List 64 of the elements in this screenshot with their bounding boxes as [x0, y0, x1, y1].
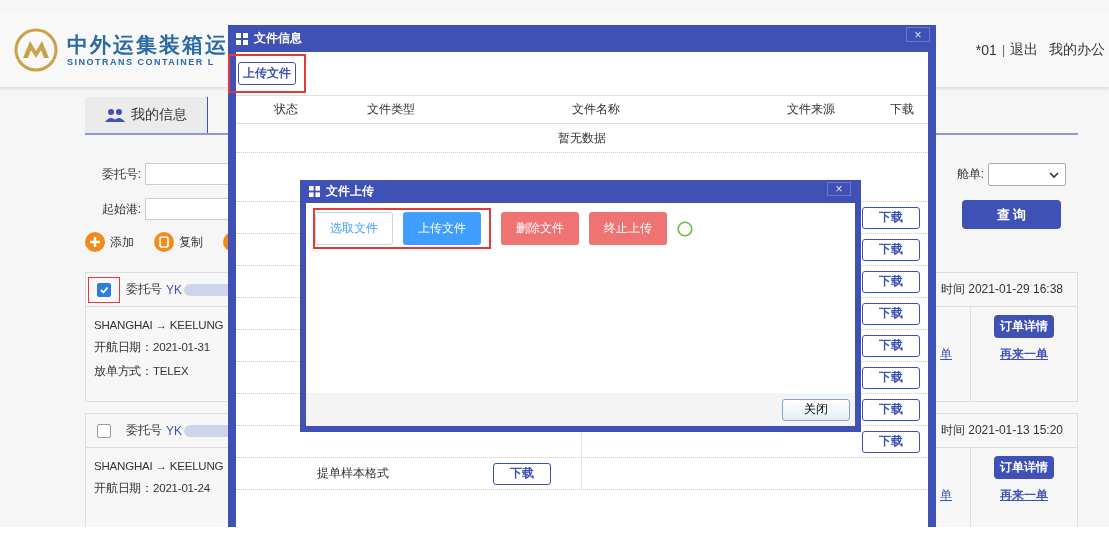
sail-date: 开航日期：2021-01-31	[94, 340, 210, 355]
order-time: 时间 2021-01-13 15:20	[940, 422, 1063, 439]
template-name: 提单样本格式	[317, 465, 389, 482]
close-dialog-button[interactable]: 关闭	[782, 398, 850, 421]
column-header: 文件来源	[786, 101, 836, 118]
tab[interactable]: 我的信息	[85, 97, 208, 133]
field-label: 舱单:	[956, 166, 984, 183]
download-button[interactable]: 下载	[862, 366, 920, 389]
logout-link[interactable]: 退出	[1010, 41, 1038, 59]
download-button[interactable]: 下载	[862, 302, 920, 325]
checkbox[interactable]	[97, 282, 111, 297]
company-subtitle: SINOTRANS CONTAINER L	[67, 57, 216, 67]
release-method: 放单方式：TELEX	[94, 364, 189, 379]
grid-icon	[236, 32, 248, 45]
order-time: 时间 2021-01-29 16:38	[940, 281, 1063, 298]
logo-icon	[14, 28, 58, 72]
column-header: 下载	[889, 101, 915, 118]
status-circle-icon	[677, 220, 693, 237]
order-link[interactable]: 单	[940, 486, 952, 504]
action-link[interactable]: 复制	[179, 233, 203, 251]
order-detail-button[interactable]: 订单详情	[994, 456, 1054, 479]
username: *01	[975, 42, 997, 58]
order-link[interactable]: 单	[940, 345, 952, 363]
office-link[interactable]: 我的办公	[1049, 41, 1105, 59]
upload-file-button[interactable]: 上传文件	[238, 62, 296, 85]
users-icon	[105, 108, 125, 122]
field-label: 起始港:	[100, 200, 141, 218]
empty-message: 暂无数据	[558, 129, 606, 147]
close-button[interactable]: ×	[906, 27, 930, 42]
separator: |	[1001, 43, 1005, 57]
column-header: 状态	[273, 101, 299, 118]
copy-icon	[154, 232, 174, 252]
action-link[interactable]: 添加	[110, 233, 134, 251]
manifest-select[interactable]	[988, 163, 1066, 186]
order-number-label: 委托号	[126, 281, 162, 298]
order-number-label: 委托号	[126, 422, 162, 439]
column-header: 文件类型	[366, 101, 416, 118]
download-button[interactable]: 下载	[862, 206, 920, 229]
route-text: SHANGHAI → KEELUNG	[94, 319, 224, 331]
download-button[interactable]: 下载	[493, 462, 551, 485]
download-button[interactable]: 下载	[862, 430, 920, 453]
plus-icon	[85, 232, 105, 252]
close-button[interactable]: ×	[827, 182, 851, 196]
checkbox[interactable]	[97, 423, 111, 438]
field-label: 委托号:	[100, 165, 141, 183]
search-button[interactable]: 查 询	[961, 200, 1061, 229]
order-detail-button[interactable]: 订单详情	[994, 315, 1054, 338]
reorder-link[interactable]: 再来一单	[1000, 346, 1048, 363]
download-button[interactable]: 下载	[862, 238, 920, 261]
checkmark-icon	[99, 284, 109, 295]
download-button[interactable]: 下载	[862, 270, 920, 293]
order-number-link[interactable]: YK	[166, 423, 182, 438]
dialog-title: 文件信息	[254, 30, 302, 47]
column-header: 文件名称	[571, 101, 621, 118]
chevron-down-icon	[1049, 171, 1059, 178]
download-button[interactable]: 下载	[862, 334, 920, 357]
grid-icon	[309, 186, 320, 197]
company-name: 中外运集装箱运	[67, 33, 228, 57]
dialog-title: 文件上传	[326, 183, 374, 200]
route-text: SHANGHAI → KEELUNG	[94, 460, 224, 472]
reorder-link[interactable]: 再来一单	[1000, 487, 1048, 504]
sail-date: 开航日期：2021-01-24	[94, 481, 210, 496]
download-button[interactable]: 下载	[862, 398, 920, 421]
order-number-link[interactable]: YK	[166, 282, 182, 297]
